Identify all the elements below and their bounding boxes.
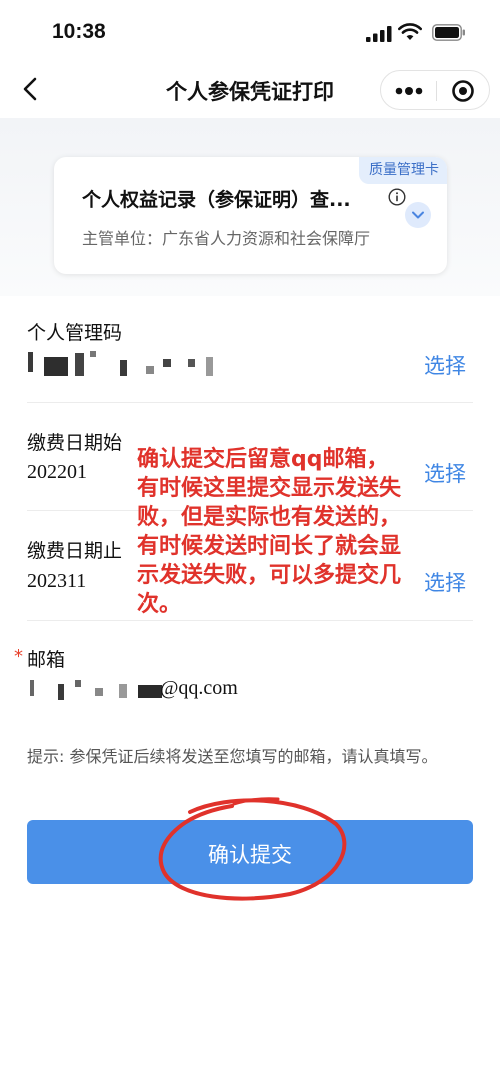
tip-text: 提示: 参保凭证后续将发送至您填写的邮箱，请认真填写。 xyxy=(27,747,438,766)
start-date-value[interactable]: 202201 xyxy=(27,461,87,484)
status-time: 10:38 xyxy=(52,20,106,43)
choose-end-date-link[interactable]: 选择 xyxy=(424,567,466,597)
service-card[interactable]: 质量管理卡 个人权益记录（参保证明）查... 主管单位：广东省人力资源和社会保障… xyxy=(54,157,447,274)
divider xyxy=(27,402,473,403)
battery-icon xyxy=(432,24,465,41)
more-options-icon[interactable] xyxy=(381,71,436,111)
choose-start-date-link[interactable]: 选择 xyxy=(424,458,466,488)
required-mark: * xyxy=(14,646,23,667)
annotation-text: 确认提交后留意qq邮箱，有时候这里提交显示发送失败，但是实际也有发送的，有时候发… xyxy=(137,447,402,617)
quality-tag: 质量管理卡 xyxy=(359,157,447,184)
status-bar: 10:38 xyxy=(0,0,500,62)
nav-bar: 个人参保凭证打印 xyxy=(0,62,500,118)
management-code-label: 个人管理码 xyxy=(27,322,123,344)
mini-program-capsule xyxy=(380,70,490,110)
cellular-signal-icon xyxy=(366,26,392,42)
service-department: 主管单位：广东省人力资源和社会保障厅 xyxy=(82,229,371,248)
wifi-icon xyxy=(398,23,422,40)
start-date-label: 缴费日期始 xyxy=(27,432,123,454)
choose-management-code-link[interactable]: 选择 xyxy=(424,350,466,380)
email-field[interactable]: @qq.com xyxy=(160,677,238,700)
close-mini-program-icon[interactable] xyxy=(436,71,491,111)
email-label: 邮箱 xyxy=(27,649,66,671)
red-circle-annotation xyxy=(158,797,347,901)
end-date-label: 缴费日期止 xyxy=(27,540,123,562)
info-icon[interactable] xyxy=(388,188,406,206)
divider xyxy=(27,620,473,621)
end-date-value[interactable]: 202311 xyxy=(27,570,86,593)
service-name: 个人权益记录（参保证明）查... xyxy=(82,189,351,211)
chevron-down-icon[interactable] xyxy=(405,202,431,228)
